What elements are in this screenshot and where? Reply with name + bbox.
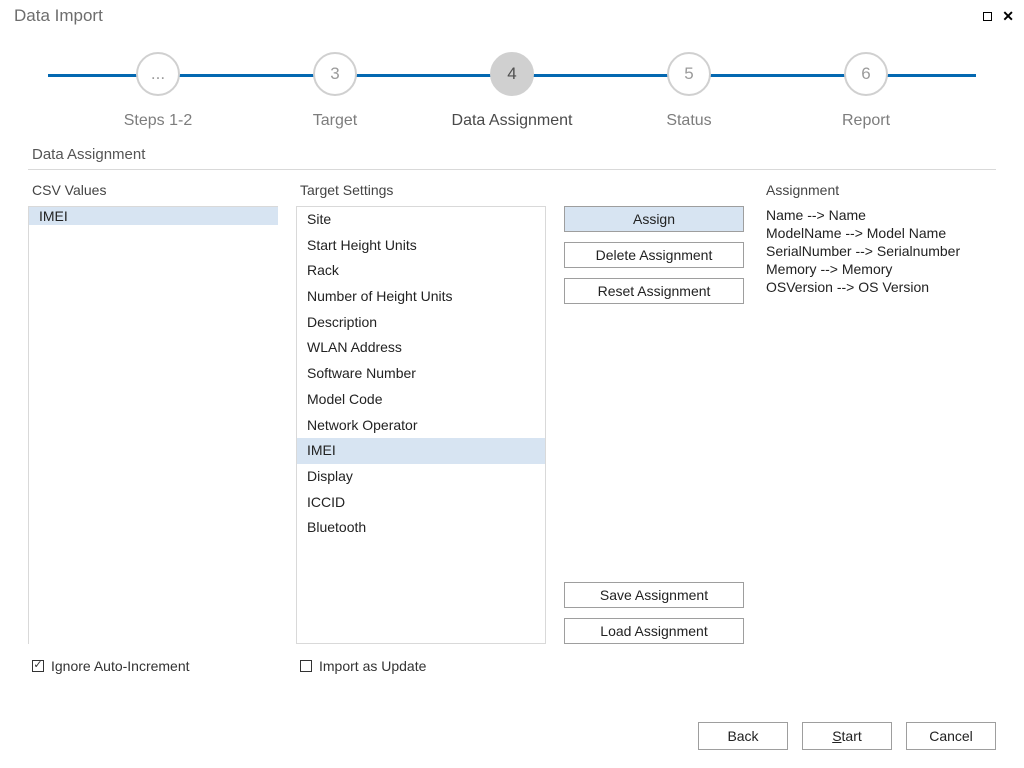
close-icon[interactable]: ✕ (1002, 9, 1014, 23)
list-item[interactable]: IMEI (29, 207, 278, 225)
import-as-update-option[interactable]: Import as Update (296, 658, 546, 674)
list-item[interactable]: Site (297, 207, 545, 233)
list-item[interactable]: Description (297, 310, 545, 336)
list-item[interactable]: Rack (297, 258, 545, 284)
list-item[interactable]: Bluetooth (297, 515, 545, 541)
list-item[interactable]: Model Code (297, 387, 545, 413)
csv-values-title: CSV Values (28, 182, 278, 198)
step-circle: ... (136, 52, 180, 96)
dialog-data-import: Data Import ✕ ... Steps 1-2 3 Target 4 Data A… (0, 0, 1024, 768)
wizard-stepper: ...Steps 1-23Target4Data Assignment5Stat… (28, 52, 996, 112)
wizard-footer: Back Start Cancel (698, 722, 996, 750)
step-circle: 3 (313, 52, 357, 96)
start-button[interactable]: Start (802, 722, 892, 750)
wizard-step-2[interactable]: 4 Data Assignment (452, 52, 572, 130)
window-title: Data Import (14, 6, 103, 26)
list-item[interactable]: WLAN Address (297, 335, 545, 361)
section-divider (28, 169, 996, 170)
assignment-panel: Assignment Name --> NameModelName --> Mo… (762, 182, 996, 644)
step-circle: 4 (490, 52, 534, 96)
step-label: Status (666, 112, 711, 130)
target-settings-title: Target Settings (296, 182, 546, 198)
list-item[interactable]: ModelName --> Model Name (762, 224, 996, 242)
checkbox-icon[interactable] (300, 660, 312, 672)
step-label: Steps 1-2 (124, 112, 192, 130)
list-item[interactable]: IMEI (297, 438, 545, 464)
csv-values-panel: CSV Values IMEI Ignore Auto-Increment (28, 182, 278, 674)
csv-values-list[interactable]: IMEI (28, 206, 278, 644)
reset-assignment-button[interactable]: Reset Assignment (564, 278, 744, 304)
assignment-columns: CSV Values IMEI Ignore Auto-Increment Ta… (28, 182, 996, 674)
step-circle: 5 (667, 52, 711, 96)
step-circle: 6 (844, 52, 888, 96)
list-item[interactable]: SerialNumber --> Serialnumber (762, 242, 996, 260)
ignore-auto-increment-label: Ignore Auto-Increment (51, 658, 190, 674)
assign-button[interactable]: Assign (564, 206, 744, 232)
list-item[interactable]: ICCID (297, 490, 545, 516)
list-item[interactable]: Name --> Name (762, 206, 996, 224)
list-item[interactable]: Memory --> Memory (762, 260, 996, 278)
window-controls: ✕ (983, 9, 1016, 23)
wizard-step-0[interactable]: ... Steps 1-2 (98, 52, 218, 130)
list-item[interactable]: Network Operator (297, 413, 545, 439)
checkbox-icon[interactable] (32, 660, 44, 672)
import-as-update-label: Import as Update (319, 658, 426, 674)
wizard-step-3[interactable]: 5 Status (629, 52, 749, 130)
target-settings-panel: Target Settings SiteStart Height UnitsRa… (296, 182, 546, 674)
target-settings-list[interactable]: SiteStart Height UnitsRackNumber of Heig… (296, 206, 546, 644)
maximize-icon[interactable] (983, 12, 992, 21)
delete-assignment-button[interactable]: Delete Assignment (564, 242, 744, 268)
wizard-step-1[interactable]: 3 Target (275, 52, 395, 130)
list-item[interactable]: Start Height Units (297, 233, 545, 259)
load-assignment-button[interactable]: Load Assignment (564, 618, 744, 644)
list-item[interactable]: Number of Height Units (297, 284, 545, 310)
middle-actions-panel: Assign Delete Assignment Reset Assignmen… (564, 182, 744, 644)
wizard-step-4[interactable]: 6 Report (806, 52, 926, 130)
ignore-auto-increment-option[interactable]: Ignore Auto-Increment (28, 658, 278, 674)
step-label: Data Assignment (452, 112, 573, 130)
step-label: Report (842, 112, 890, 130)
section-heading: Data Assignment (32, 146, 996, 163)
save-assignment-button[interactable]: Save Assignment (564, 582, 744, 608)
middle-buttons: Assign Delete Assignment Reset Assignmen… (564, 206, 744, 644)
cancel-button[interactable]: Cancel (906, 722, 996, 750)
step-label: Target (313, 112, 357, 130)
back-button[interactable]: Back (698, 722, 788, 750)
list-item[interactable]: Display (297, 464, 545, 490)
list-item[interactable]: OSVersion --> OS Version (762, 278, 996, 296)
assignment-title: Assignment (762, 182, 996, 198)
list-item[interactable]: Software Number (297, 361, 545, 387)
content-area: ... Steps 1-2 3 Target 4 Data Assignment 5 Stat… (0, 26, 1024, 674)
assignment-list[interactable]: Name --> NameModelName --> Model NameSer… (762, 206, 996, 644)
title-bar: Data Import ✕ (0, 0, 1024, 26)
